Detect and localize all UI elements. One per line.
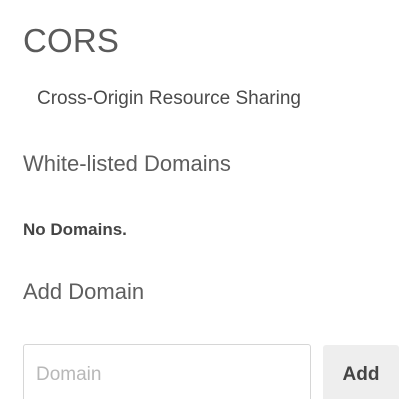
page-subtitle: Cross-Origin Resource Sharing: [37, 88, 301, 109]
domain-input[interactable]: [23, 344, 311, 399]
no-domains-message: No Domains.: [23, 220, 127, 239]
add-domain-button[interactable]: Add: [323, 345, 399, 399]
cors-panel: CORS Cross-Origin Resource Sharing White…: [0, 0, 414, 399]
add-domain-heading: Add Domain: [23, 279, 145, 304]
whitelisted-domains-heading: White-listed Domains: [23, 151, 231, 176]
page-title: CORS: [23, 22, 120, 59]
